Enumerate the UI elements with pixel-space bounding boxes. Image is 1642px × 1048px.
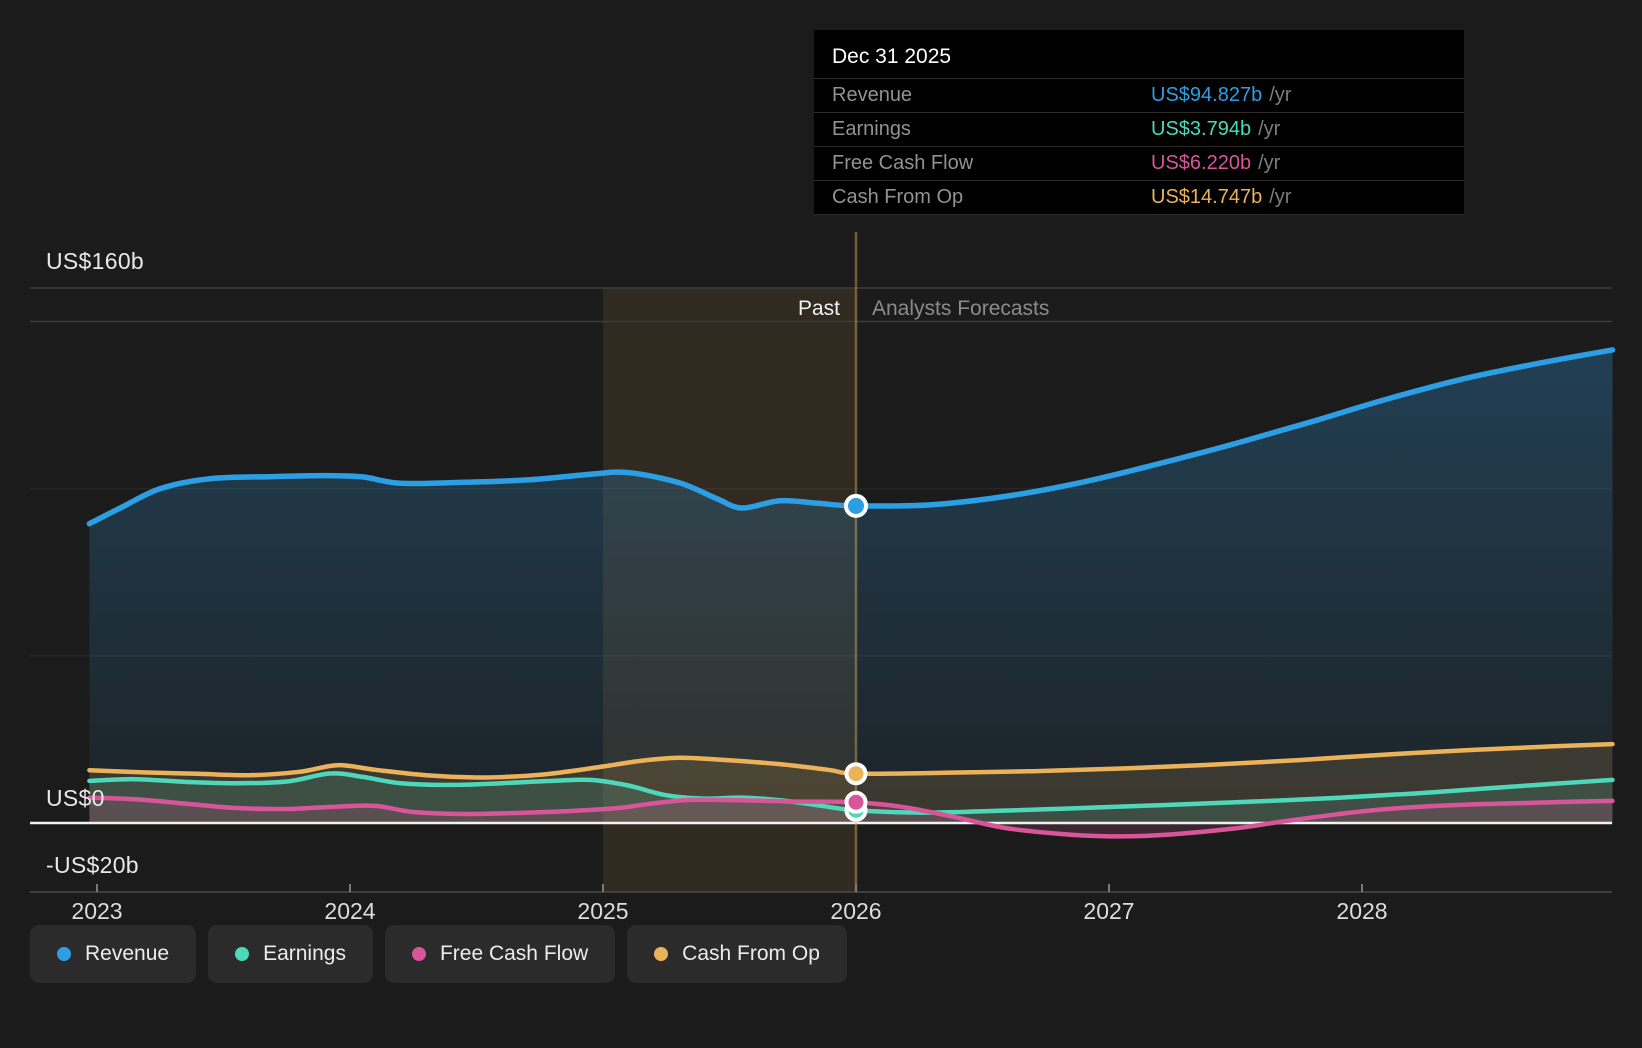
tooltip-label: Earnings [832, 118, 1151, 141]
y-axis-label-zero: US$0 [46, 785, 105, 812]
marker-dot-free-cash-flow[interactable] [847, 793, 866, 812]
tooltip-row-earnings: Earnings US$3.794b/yr [814, 112, 1464, 146]
earnings-legend-dot-icon [235, 947, 249, 961]
chart-legend: Revenue Earnings Free Cash Flow Cash Fro… [30, 925, 847, 983]
tooltip-value: US$6.220b [1151, 152, 1251, 174]
tooltip-suffix: /yr [1269, 186, 1291, 208]
legend-item-earnings[interactable]: Earnings [208, 925, 373, 983]
past-label: Past [690, 297, 840, 321]
marker-dot-revenue[interactable] [846, 496, 866, 516]
y-axis-label-min: -US$20b [46, 852, 139, 879]
legend-item-cash-from-op[interactable]: Cash From Op [627, 925, 847, 983]
revenue-legend-dot-icon [57, 947, 71, 961]
x-axis-label: 2028 [1336, 898, 1387, 925]
tooltip-date: Dec 31 2025 [814, 30, 1464, 78]
tooltip-row-free-cash-flow: Free Cash Flow US$6.220b/yr [814, 146, 1464, 180]
legend-label: Free Cash Flow [440, 942, 588, 966]
x-axis-label: 2023 [71, 898, 122, 925]
tooltip-suffix: /yr [1258, 152, 1280, 174]
financials-chart-panel: US$160b US$0 -US$20b Past Analysts Forec… [0, 0, 1642, 1048]
analysts-forecasts-label: Analysts Forecasts [872, 297, 1049, 321]
hover-tooltip: Dec 31 2025 Revenue US$94.827b/yr Earnin… [814, 30, 1464, 215]
free-cash-flow-legend-dot-icon [412, 947, 426, 961]
marker-dot-cash-from-op[interactable] [847, 764, 866, 783]
tooltip-value: US$3.794b [1151, 118, 1251, 140]
legend-label: Revenue [85, 942, 169, 966]
x-axis-label: 2024 [324, 898, 375, 925]
legend-item-free-cash-flow[interactable]: Free Cash Flow [385, 925, 615, 983]
x-axis-labels: 2023 2024 2025 2026 2027 2028 [0, 898, 1642, 928]
tooltip-value: US$14.747b [1151, 186, 1262, 208]
y-axis-label-max: US$160b [46, 248, 144, 275]
cash-from-op-legend-dot-icon [654, 947, 668, 961]
x-axis-label: 2027 [1083, 898, 1134, 925]
tooltip-suffix: /yr [1258, 118, 1280, 140]
legend-label: Earnings [263, 942, 346, 966]
tooltip-row-cash-from-op: Cash From Op US$14.747b/yr [814, 180, 1464, 215]
x-axis-label: 2026 [830, 898, 881, 925]
legend-label: Cash From Op [682, 942, 820, 966]
legend-item-revenue[interactable]: Revenue [30, 925, 196, 983]
tooltip-label: Cash From Op [832, 186, 1151, 209]
x-axis-label: 2025 [577, 898, 628, 925]
tooltip-value: US$94.827b [1151, 84, 1262, 106]
tooltip-row-revenue: Revenue US$94.827b/yr [814, 78, 1464, 112]
tooltip-suffix: /yr [1269, 84, 1291, 106]
tooltip-label: Revenue [832, 84, 1151, 107]
tooltip-label: Free Cash Flow [832, 152, 1151, 175]
